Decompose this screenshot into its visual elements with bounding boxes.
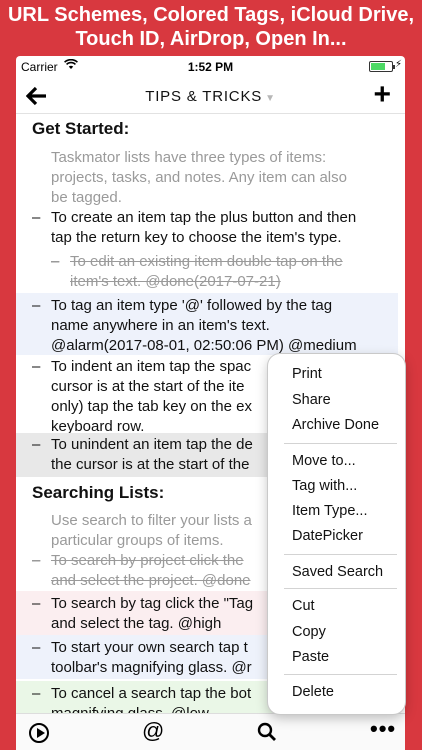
- more-icon[interactable]: •••: [370, 716, 396, 742]
- navigation-bar: TIPS & TRICKS ▼ +: [16, 78, 405, 114]
- magnifying-glass-icon[interactable]: [257, 718, 277, 748]
- task-line: To create an item tap the plus button an…: [51, 209, 357, 226]
- menu-separator: [284, 674, 397, 675]
- task-dash: –: [32, 685, 41, 702]
- chevron-down-icon: ▼: [265, 93, 276, 104]
- battery-fill: [371, 63, 385, 70]
- task-line: To edit an existing item double tap on t…: [70, 253, 343, 270]
- menu-separator: [284, 554, 397, 555]
- task-dash: –: [32, 297, 41, 314]
- charging-bolt-icon: ⚡: [394, 59, 402, 70]
- menu-item-delete[interactable]: Delete: [292, 684, 334, 700]
- banner-line-1: URL Schemes, Colored Tags, iCloud Drive,: [7, 4, 414, 26]
- plus-icon[interactable]: +: [373, 78, 391, 112]
- menu-item-item-type[interactable]: Item Type...: [292, 503, 368, 519]
- task-dash: –: [51, 253, 60, 270]
- bottom-toolbar: @ •••: [16, 713, 405, 750]
- context-menu: Print Share Archive Done Move to... Tag …: [268, 354, 405, 714]
- task-line: @alarm(2017-08-01, 02:50:06 PM) @medium: [51, 337, 357, 354]
- task-line: item's text. @done(2017-07-21): [70, 273, 281, 290]
- menu-item-share[interactable]: Share: [292, 392, 331, 408]
- menu-item-datepicker[interactable]: DatePicker: [292, 528, 363, 544]
- task-line: To tag an item type '@' followed by the …: [51, 297, 333, 314]
- banner-line-2: Touch ID, AirDrop, Open In...: [75, 28, 347, 50]
- task-dash: –: [32, 639, 41, 656]
- note-line: Taskmator lists have three types of item…: [51, 149, 327, 166]
- play-circle-icon[interactable]: [29, 723, 49, 743]
- menu-item-tag-with[interactable]: Tag with...: [292, 478, 357, 494]
- menu-separator: [284, 443, 397, 444]
- menu-item-saved-search[interactable]: Saved Search: [292, 564, 383, 580]
- menu-item-cut[interactable]: Cut: [292, 598, 315, 614]
- note-line: projects, tasks, and notes. Any item can…: [51, 169, 347, 186]
- task-dash: –: [32, 552, 41, 569]
- menu-separator: [284, 588, 397, 589]
- task-dash: –: [32, 358, 41, 375]
- task-line: name anywhere in an item's text.: [51, 317, 270, 334]
- task-dash: –: [32, 436, 41, 453]
- list-title: TIPS & TRICKS: [145, 88, 263, 105]
- task-item[interactable]: – To create an item tap the plus button …: [16, 208, 398, 250]
- task-item-done[interactable]: – To edit an existing item double tap on…: [16, 252, 398, 294]
- status-bar: Carrier 1:52 PM ⚡: [16, 56, 405, 78]
- task-item-tagged[interactable]: – To tag an item type '@' followed by th…: [16, 293, 398, 355]
- tag-at-icon[interactable]: @: [142, 718, 164, 744]
- project-get-started[interactable]: Get Started:: [32, 119, 405, 139]
- task-line: tap the return key to choose the item's …: [51, 229, 342, 246]
- note-item[interactable]: Taskmator lists have three types of item…: [51, 148, 381, 208]
- note-line: be tagged.: [51, 189, 122, 206]
- menu-item-archive-done[interactable]: Archive Done: [292, 417, 379, 433]
- task-dash: –: [32, 209, 41, 226]
- battery-icon: [369, 61, 395, 72]
- menu-item-copy[interactable]: Copy: [292, 624, 326, 640]
- menu-item-paste[interactable]: Paste: [292, 649, 329, 665]
- task-dash: –: [32, 595, 41, 612]
- status-time: 1:52 PM: [187, 60, 234, 74]
- list-title-button[interactable]: TIPS & TRICKS ▼: [16, 88, 405, 105]
- menu-item-print[interactable]: Print: [292, 366, 322, 382]
- menu-item-move-to[interactable]: Move to...: [292, 453, 356, 469]
- promo-banner: URL Schemes, Colored Tags, iCloud Drive,…: [0, 0, 422, 56]
